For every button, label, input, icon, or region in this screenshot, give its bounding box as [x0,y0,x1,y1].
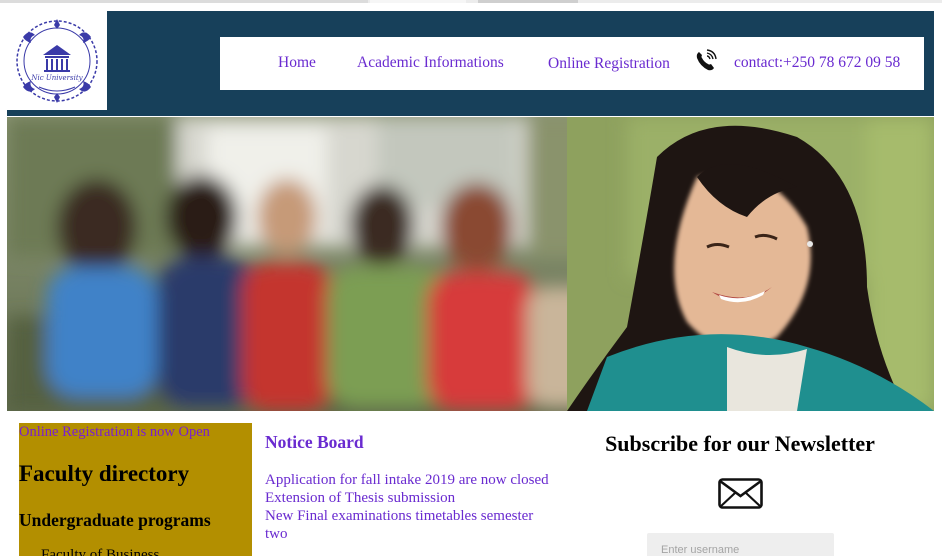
browser-top-strip [0,0,942,3]
notice-item[interactable]: Extension of Thesis submission [265,489,555,507]
university-seal-icon: Nic University [16,18,98,103]
browser-tab[interactable] [370,0,466,3]
faculty-directory-panel: Online Registration is now Open Faculty … [19,423,252,556]
main-navigation: Home Academic Informations Online Regist… [220,37,924,90]
faculty-directory-heading: Faculty directory [19,461,190,486]
logo-text: Nic University [30,74,83,82]
hero-banner-image [7,117,934,411]
faculty-list-item[interactable]: Faculty of Business [41,547,159,556]
notice-item[interactable]: New Final examinations timetables semest… [265,507,555,543]
university-logo[interactable]: Nic University [7,11,107,110]
site-header: Nic University Home Academic Information… [7,11,934,116]
browser-tab[interactable] [478,0,578,3]
nav-home-link[interactable]: Home [278,54,316,72]
browser-tab[interactable] [0,0,368,3]
newsletter-title: Subscribe for our Newsletter [605,431,875,456]
notice-item[interactable]: Application for fall intake 2019 are now… [265,471,555,489]
nav-academic-link[interactable]: Academic Informations [357,54,504,72]
newsletter-username-input[interactable] [647,533,834,556]
notice-board: Notice Board Application for fall intake… [265,432,555,543]
undergraduate-heading: Undergraduate programs [19,510,211,530]
hero-photo [7,117,934,411]
phone-icon [696,49,717,71]
envelope-icon [718,478,763,509]
nav-contact-link[interactable]: contact:+250 78 672 09 58 [734,54,900,72]
registration-announcement[interactable]: Online Registration is now Open [19,424,210,441]
nav-online-registration-link[interactable]: Online Registration [548,55,670,73]
notice-board-title: Notice Board [265,432,364,452]
